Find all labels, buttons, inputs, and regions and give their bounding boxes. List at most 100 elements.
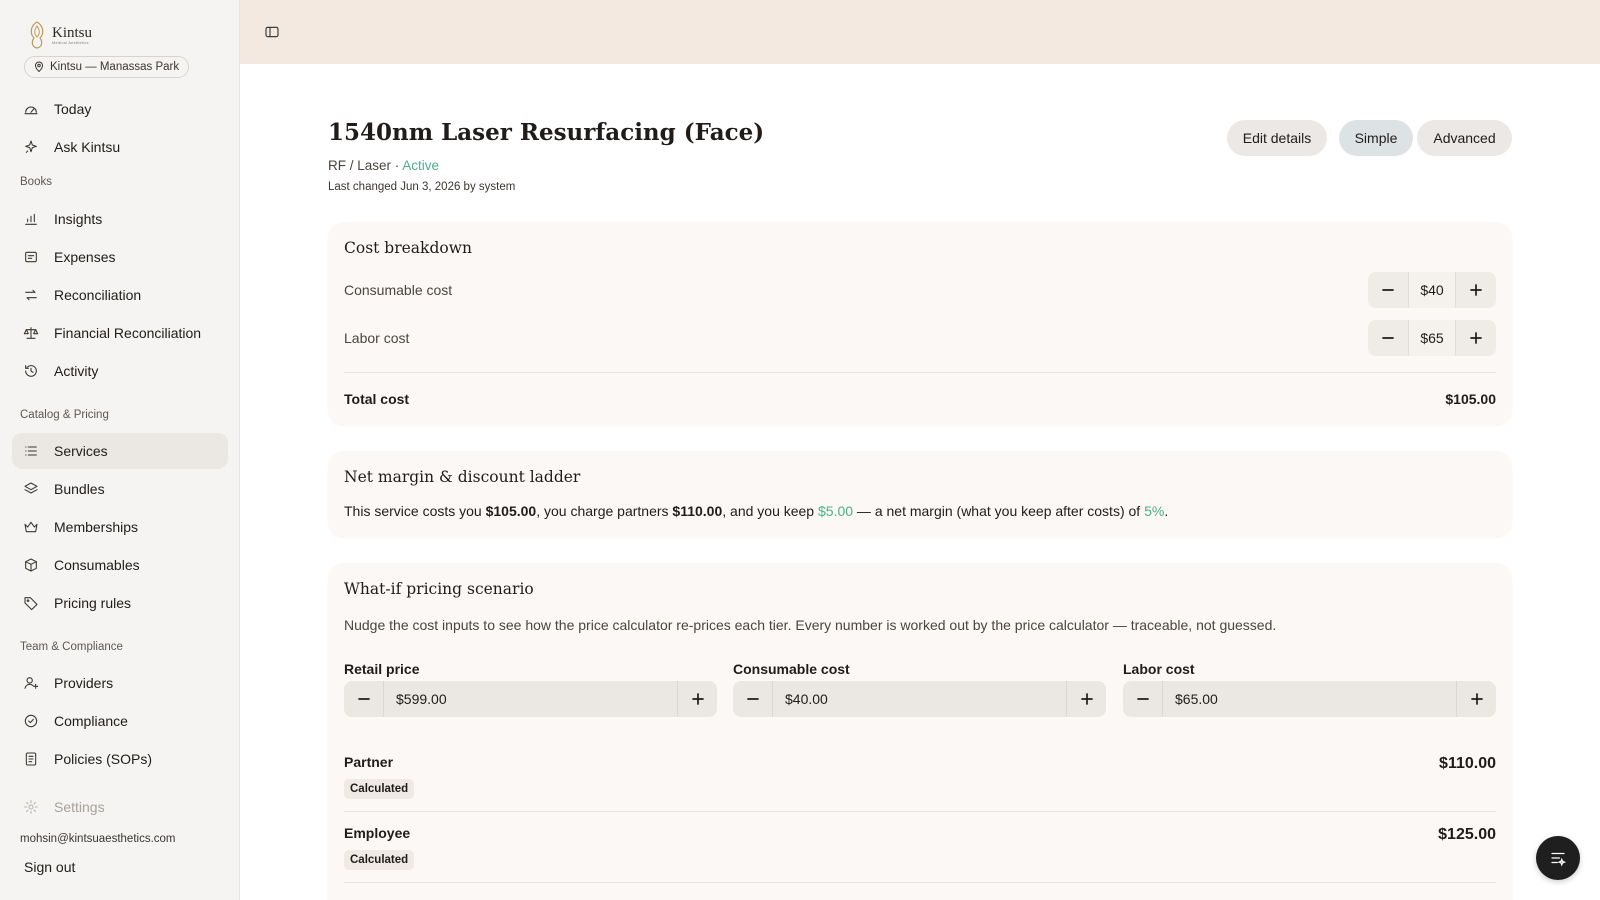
plus-icon bbox=[691, 693, 704, 705]
receipt-icon bbox=[25, 251, 37, 263]
location-switcher[interactable]: Kintsu — Manassas Park bbox=[24, 56, 190, 78]
top-bar bbox=[240, 0, 1600, 64]
kintsu-logo-icon bbox=[30, 21, 44, 49]
increment-button[interactable] bbox=[1456, 320, 1496, 356]
sign-out-link[interactable]: Sign out bbox=[24, 859, 75, 875]
consumable-cost-stepper: $40 bbox=[1368, 272, 1496, 308]
sidebar-item-today[interactable]: Today bbox=[12, 91, 228, 127]
sidebar-item-bundles[interactable]: Bundles bbox=[12, 471, 228, 507]
labor-cost-stepper: $65 bbox=[1368, 320, 1496, 356]
labor-cost-label: Labor cost bbox=[344, 330, 410, 346]
text-segment: This service costs you bbox=[344, 503, 486, 519]
map-pin-icon bbox=[35, 61, 43, 72]
sidebar-item-label: Expenses bbox=[54, 249, 116, 265]
labor-cost-label: Labor cost bbox=[1123, 661, 1195, 677]
sidebar-item-label: Bundles bbox=[54, 481, 105, 497]
section-label-catalog: Catalog & Pricing bbox=[20, 409, 109, 421]
sidebar-item-insights[interactable]: Insights bbox=[12, 201, 228, 237]
plus-icon bbox=[1470, 693, 1483, 705]
tier-price-partner: $110.00 bbox=[1439, 755, 1496, 772]
advanced-mode-button[interactable]: Advanced bbox=[1417, 120, 1512, 156]
edit-details-button[interactable]: Edit details bbox=[1227, 120, 1327, 156]
location-label: Kintsu — Manassas Park bbox=[50, 61, 180, 73]
text-segment: . bbox=[1164, 503, 1169, 519]
divider bbox=[344, 882, 1496, 883]
increment-button[interactable] bbox=[1456, 272, 1496, 308]
service-category: RF / Laser bbox=[328, 158, 392, 173]
divider bbox=[344, 372, 1496, 373]
section-label-books: Books bbox=[20, 176, 52, 188]
sidebar-item-pricing-rules[interactable]: Pricing rules bbox=[12, 585, 228, 621]
brand-name: Kintsu bbox=[52, 24, 93, 41]
user-email: mohsin@kintsuaesthetics.com bbox=[20, 833, 176, 845]
sidebar-item-label: Settings bbox=[54, 799, 105, 815]
sidebar-item-label: Services bbox=[54, 443, 108, 459]
cost-breakdown-card: Cost breakdown Consumable cost $40 Labor… bbox=[328, 222, 1512, 425]
sidebar-toggle-button[interactable] bbox=[264, 24, 280, 40]
consumable-cost-value[interactable]: $40 bbox=[1408, 272, 1456, 308]
sidebar-item-ask-kintsu[interactable]: Ask Kintsu bbox=[12, 129, 228, 165]
brand-logo[interactable]: Kintsu Medical Aesthetics bbox=[26, 20, 92, 50]
increment-button[interactable] bbox=[1457, 681, 1496, 717]
document-icon bbox=[25, 752, 37, 766]
tier-name-partner: Partner bbox=[344, 754, 394, 770]
decrement-button[interactable] bbox=[1123, 681, 1162, 717]
divider bbox=[344, 811, 1496, 812]
retail-price-input[interactable]: $599.00 bbox=[383, 681, 678, 717]
sidebar-item-providers[interactable]: Providers bbox=[12, 665, 228, 701]
sidebar-item-label: Memberships bbox=[54, 519, 139, 535]
user-plus-icon bbox=[24, 677, 39, 689]
assistant-fab-button[interactable] bbox=[1536, 836, 1580, 880]
minus-icon bbox=[1382, 289, 1394, 291]
sidebar-item-services[interactable]: Services bbox=[12, 433, 228, 469]
sidebar-item-label: Activity bbox=[54, 363, 99, 379]
total-cost-label: Total cost bbox=[344, 391, 410, 407]
what-if-title: What-if pricing scenario bbox=[344, 580, 534, 598]
sidebar-item-memberships[interactable]: Memberships bbox=[12, 509, 228, 545]
sidebar-item-activity[interactable]: Activity bbox=[12, 353, 228, 389]
sidebar-item-expenses[interactable]: Expenses bbox=[12, 239, 228, 275]
sidebar-item-policies[interactable]: Policies (SOPs) bbox=[12, 741, 228, 777]
increment-button[interactable] bbox=[678, 681, 717, 717]
layers-icon bbox=[24, 482, 38, 494]
consumable-cost-input[interactable]: $40.00 bbox=[772, 681, 1067, 717]
sidebar: Kintsu Medical Aesthetics Kintsu — Manas… bbox=[0, 0, 240, 900]
decrement-button[interactable] bbox=[344, 681, 383, 717]
retail-price-label: Retail price bbox=[344, 661, 420, 677]
simple-mode-button[interactable]: Simple bbox=[1339, 120, 1413, 156]
sidebar-item-compliance[interactable]: Compliance bbox=[12, 703, 228, 739]
sidebar-item-label: Compliance bbox=[54, 713, 128, 729]
labor-cost-stepper: $65.00 bbox=[1123, 681, 1496, 717]
scale-icon bbox=[23, 327, 39, 339]
plus-icon bbox=[1470, 332, 1482, 344]
meta-separator: · bbox=[391, 158, 403, 173]
sparkle-icon bbox=[25, 140, 37, 153]
decrement-button[interactable] bbox=[733, 681, 772, 717]
sidebar-item-label: Reconciliation bbox=[54, 287, 142, 303]
increment-button[interactable] bbox=[1067, 681, 1106, 717]
sidebar-item-label: Today bbox=[54, 101, 92, 117]
net-margin-percent: 5% bbox=[1144, 503, 1165, 519]
sidebar-item-label: Pricing rules bbox=[54, 595, 132, 611]
labor-cost-value[interactable]: $65 bbox=[1408, 320, 1456, 356]
decrement-button[interactable] bbox=[1368, 320, 1408, 356]
sidebar-item-label: Ask Kintsu bbox=[54, 139, 121, 155]
crown-icon bbox=[24, 521, 38, 533]
sidebar-item-reconciliation[interactable]: Reconciliation bbox=[12, 277, 228, 313]
net-margin-card: Net margin & discount ladder This servic… bbox=[328, 451, 1512, 537]
sidebar-item-settings[interactable]: Settings bbox=[12, 789, 228, 825]
minus-icon bbox=[1136, 698, 1149, 700]
tier-badge-calculated: Calculated bbox=[344, 850, 415, 870]
sidebar-item-consumables[interactable]: Consumables bbox=[12, 547, 228, 583]
badge-check-icon bbox=[24, 714, 38, 728]
decrement-button[interactable] bbox=[1368, 272, 1408, 308]
sidebar-item-label: Providers bbox=[54, 675, 114, 691]
plus-icon bbox=[1470, 284, 1482, 296]
text-segment: — a net margin (what you keep after cost… bbox=[853, 503, 1145, 519]
labor-cost-input[interactable]: $65.00 bbox=[1162, 681, 1457, 717]
package-icon bbox=[25, 558, 37, 572]
sidebar-item-financial-reconciliation[interactable]: Financial Reconciliation bbox=[12, 315, 228, 351]
total-cost-value: $105.00 bbox=[1445, 391, 1496, 407]
partner-price-value: $110.00 bbox=[672, 503, 723, 519]
keep-amount-value: $5.00 bbox=[818, 503, 854, 519]
